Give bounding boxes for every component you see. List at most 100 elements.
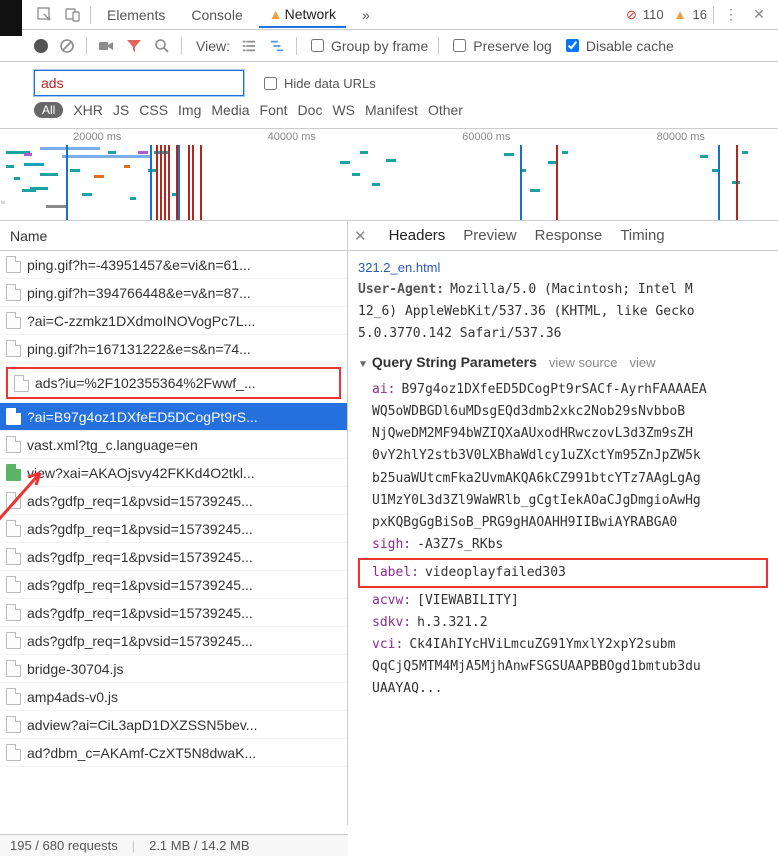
request-row[interactable]: ping.gif?h=167131222&e=s&n=74...: [0, 335, 347, 363]
tab-elements[interactable]: Elements: [97, 3, 175, 27]
kebab-menu-icon[interactable]: ⋮: [720, 4, 742, 26]
request-row[interactable]: ?ai=B97g4oz1DXfeED5DCogPt9rS...: [0, 403, 347, 431]
type-filter-font[interactable]: Font: [260, 102, 288, 118]
request-row[interactable]: ads?iu=%2F102355364%2Fwwf_...: [8, 369, 339, 397]
waterfall-event-line: [188, 145, 190, 220]
view-list-icon[interactable]: [240, 37, 258, 55]
waterfall-overview[interactable]: 20000 ms 40000 ms 60000 ms 80000 ms: [0, 129, 778, 221]
request-row[interactable]: ads?gdfp_req=1&pvsid=15739245...: [0, 571, 347, 599]
clear-button[interactable]: [58, 37, 76, 55]
divider: [438, 37, 439, 55]
tab-network[interactable]: ▲Network: [259, 2, 346, 28]
view-waterfall-icon[interactable]: [268, 37, 286, 55]
waterfall-bar: [138, 151, 148, 154]
search-icon[interactable]: [153, 37, 171, 55]
request-name: ads?gdfp_req=1&pvsid=15739245...: [27, 549, 253, 565]
param-value: NjQweDM2MF94bWZIQXaAUxodHRwczovL3d3Zm9sZ…: [372, 426, 693, 441]
waterfall-bar: [548, 161, 556, 164]
waterfall-event-line: [718, 145, 720, 220]
disclosure-icon[interactable]: ▼: [358, 359, 368, 370]
inspect-icon[interactable]: [34, 4, 56, 26]
document-file-icon: [6, 312, 21, 329]
type-filter-manifest[interactable]: Manifest: [365, 102, 418, 118]
waterfall-bar: [386, 159, 396, 162]
view-decoded-link[interactable]: view: [630, 352, 656, 374]
type-filter-other[interactable]: Other: [428, 102, 463, 118]
waterfall-event-line: [178, 145, 180, 220]
preserve-log-checkbox[interactable]: Preserve log: [449, 36, 552, 55]
type-filter-media[interactable]: Media: [211, 102, 249, 118]
close-details-icon[interactable]: ✕: [354, 227, 367, 245]
query-param: U1MzY0L3d3Zl9WaWRlb_gCgtIekAOaCJgDmgioAw…: [358, 490, 768, 512]
waterfall-bar: [40, 147, 100, 150]
request-row[interactable]: amp4ads-v0.js: [0, 683, 347, 711]
request-row[interactable]: bridge-30704.js: [0, 655, 347, 683]
type-filter-js[interactable]: JS: [113, 102, 129, 118]
query-param: QqCjQ5MTM4MjA5MjhAnwFSGSUAAPBBOgd1bmtub3…: [358, 656, 768, 678]
filter-icon[interactable]: [125, 37, 143, 55]
request-row[interactable]: adview?ai=CiL3apD1DXZSSN5bev...: [0, 711, 347, 739]
waterfall-bar: [372, 183, 380, 186]
device-toggle-icon[interactable]: [62, 4, 84, 26]
type-filter-css[interactable]: CSS: [139, 102, 168, 118]
detail-tab-preview[interactable]: Preview: [461, 224, 518, 247]
detail-tab-timing[interactable]: Timing: [618, 224, 666, 247]
param-key: ai:: [372, 382, 395, 397]
param-value: UAAYAQ...: [372, 681, 442, 696]
document-file-icon: [6, 256, 21, 273]
detail-tab-response[interactable]: Response: [533, 224, 605, 247]
request-row[interactable]: ads?gdfp_req=1&pvsid=15739245...: [0, 515, 347, 543]
waterfall-event-line: [66, 145, 68, 220]
waterfall-event-line: [164, 145, 166, 220]
status-counts[interactable]: ⊘110 ▲16: [626, 7, 707, 23]
detail-tab-headers[interactable]: Headers: [387, 224, 448, 247]
request-row[interactable]: ads?gdfp_req=1&pvsid=15739245...: [0, 599, 347, 627]
record-button[interactable]: [34, 39, 48, 53]
waterfall-bar: [108, 151, 116, 154]
type-filter-xhr[interactable]: XHR: [73, 102, 103, 118]
waterfall-event-line: [192, 145, 194, 220]
group-by-frame-checkbox[interactable]: Group by frame: [307, 36, 428, 55]
request-row[interactable]: ?ai=C-zzmkz1DXdmoINOVogPc7L...: [0, 307, 347, 335]
request-row[interactable]: ads?gdfp_req=1&pvsid=15739245...: [0, 487, 347, 515]
param-key: label:: [372, 565, 419, 580]
query-param: pxKQBgGgBiSoB_PRG9gHAOAHH9IIBwiAYRABGA0: [358, 512, 768, 534]
request-row[interactable]: ping.gif?h=-43951457&e=vi&n=61...: [0, 251, 347, 279]
divider: [86, 37, 87, 55]
type-filter-all[interactable]: All: [34, 102, 63, 118]
waterfall-bar: [94, 175, 104, 178]
filter-input[interactable]: [34, 70, 244, 96]
hide-data-urls-checkbox[interactable]: Hide data URLs: [260, 74, 376, 93]
waterfall-event-line: [168, 145, 170, 220]
query-param: ai:B97g4oz1DXfeED5DCogPt9rSACf-AyrhFAAAA…: [358, 379, 768, 401]
request-name: amp4ads-v0.js: [27, 689, 118, 705]
type-filter-doc[interactable]: Doc: [298, 102, 323, 118]
error-icon: ⊘: [626, 7, 637, 23]
waterfall-bar: [352, 173, 360, 176]
param-value: [VIEWABILITY]: [417, 593, 519, 608]
param-value: QqCjQ5MTM4MjA5MjhAnwFSGSUAAPBBOgd1bmtub3…: [372, 659, 701, 674]
camera-icon[interactable]: [97, 37, 115, 55]
waterfall-bar: [30, 187, 48, 190]
tabs-overflow[interactable]: »: [352, 3, 380, 27]
disable-cache-checkbox[interactable]: Disable cache: [562, 36, 674, 55]
request-name: ?ai=C-zzmkz1DXdmoINOVogPc7L...: [27, 313, 255, 329]
request-row[interactable]: view?xai=AKAOjsvy42FKKd4O2tkl...: [0, 459, 347, 487]
close-icon[interactable]: ✕: [748, 4, 770, 26]
tab-console[interactable]: Console: [181, 3, 252, 27]
request-row[interactable]: ad?dbm_c=AKAmf-CzXT5N8dwaK...: [0, 739, 347, 767]
type-filter-img[interactable]: Img: [178, 102, 201, 118]
request-row[interactable]: ads?gdfp_req=1&pvsid=15739245...: [0, 543, 347, 571]
waterfall-bar: [700, 155, 708, 158]
divider: [90, 6, 91, 24]
query-param: b25uaWUtcmFka2UvmAKQA6kCZ991btcYTz7AAgLg…: [358, 468, 768, 490]
waterfall-bar: [360, 151, 368, 154]
wf-tick: 40000 ms: [268, 131, 316, 143]
waterfall-event-line: [520, 145, 522, 220]
request-row[interactable]: vast.xml?tg_c.language=en: [0, 431, 347, 459]
view-source-link[interactable]: view source: [549, 352, 618, 374]
request-row[interactable]: ads?gdfp_req=1&pvsid=15739245...: [0, 627, 347, 655]
request-row[interactable]: ping.gif?h=394766448&e=v&n=87...: [0, 279, 347, 307]
type-filter-ws[interactable]: WS: [332, 102, 355, 118]
name-column-header[interactable]: Name: [0, 221, 347, 251]
